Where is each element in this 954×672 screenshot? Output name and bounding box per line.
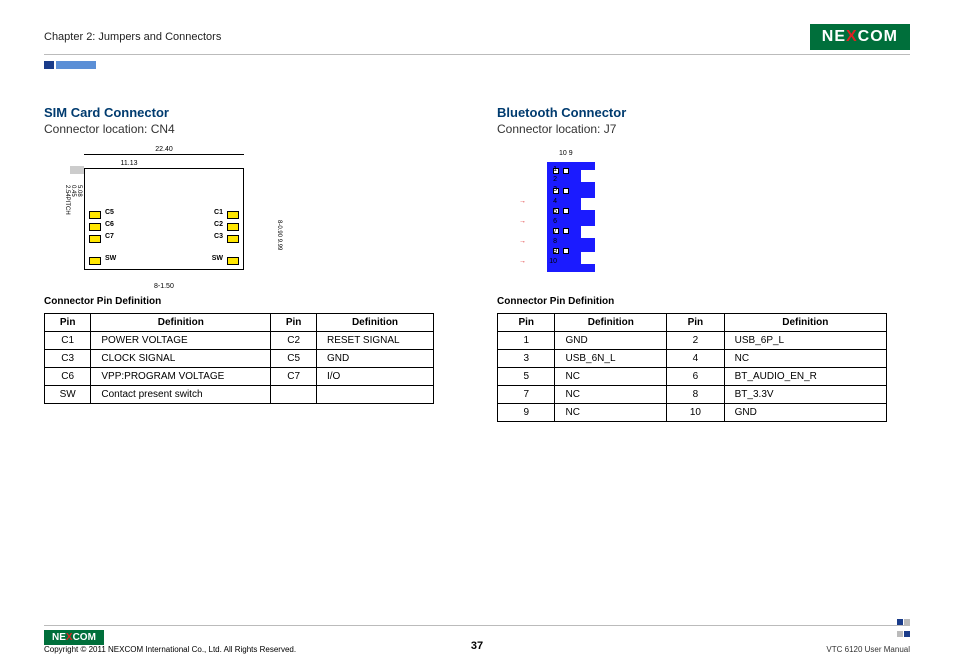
table-row: 7NC8BT_3.3V [498, 386, 887, 404]
bt-table-title: Connector Pin Definition [497, 296, 910, 307]
bt-diagram: 10 9 1 2 3 4 5 6 7 8 9 10 → → [517, 150, 607, 280]
header-accent [44, 61, 910, 69]
chapter-title: Chapter 2: Jumpers and Connectors [44, 31, 221, 43]
table-row: C1POWER VOLTAGEC2RESET SIGNAL [45, 332, 434, 350]
table-row: 9NC10GND [498, 404, 887, 422]
page-number: 37 [44, 640, 910, 652]
table-row: 1GND2USB_6P_L [498, 332, 887, 350]
bt-location: Connector location: J7 [497, 122, 910, 136]
table-row: SWContact present switch [45, 386, 434, 404]
table-row: 5NC6BT_AUDIO_EN_R [498, 368, 887, 386]
left-column: SIM Card Connector Connector location: C… [44, 105, 457, 422]
brand-logo: NEXCOM [810, 24, 910, 50]
table-row: 3USB_6N_L4NC [498, 350, 887, 368]
table-row: C6VPP:PROGRAM VOLTAGEC7I/O [45, 368, 434, 386]
page-footer: NEXCOM Copyright © 2011 NEXCOM Internati… [44, 625, 910, 654]
sim-title: SIM Card Connector [44, 105, 457, 120]
sim-diagram: 22.40 11.13 C5 C6 C7 C1 C2 C3 SW SW 5.08… [64, 150, 264, 280]
sim-table-title: Connector Pin Definition [44, 296, 457, 307]
sim-location: Connector location: CN4 [44, 122, 457, 136]
bt-title: Bluetooth Connector [497, 105, 910, 120]
sim-pin-table: Pin Definition Pin Definition C1POWER VO… [44, 313, 434, 404]
main-content: SIM Card Connector Connector location: C… [44, 105, 910, 422]
right-column: Bluetooth Connector Connector location: … [497, 105, 910, 422]
page-header: Chapter 2: Jumpers and Connectors NEXCOM [44, 24, 910, 55]
table-row: C3CLOCK SIGNALC5GND [45, 350, 434, 368]
bt-pin-table: Pin Definition Pin Definition 1GND2USB_6… [497, 313, 887, 422]
